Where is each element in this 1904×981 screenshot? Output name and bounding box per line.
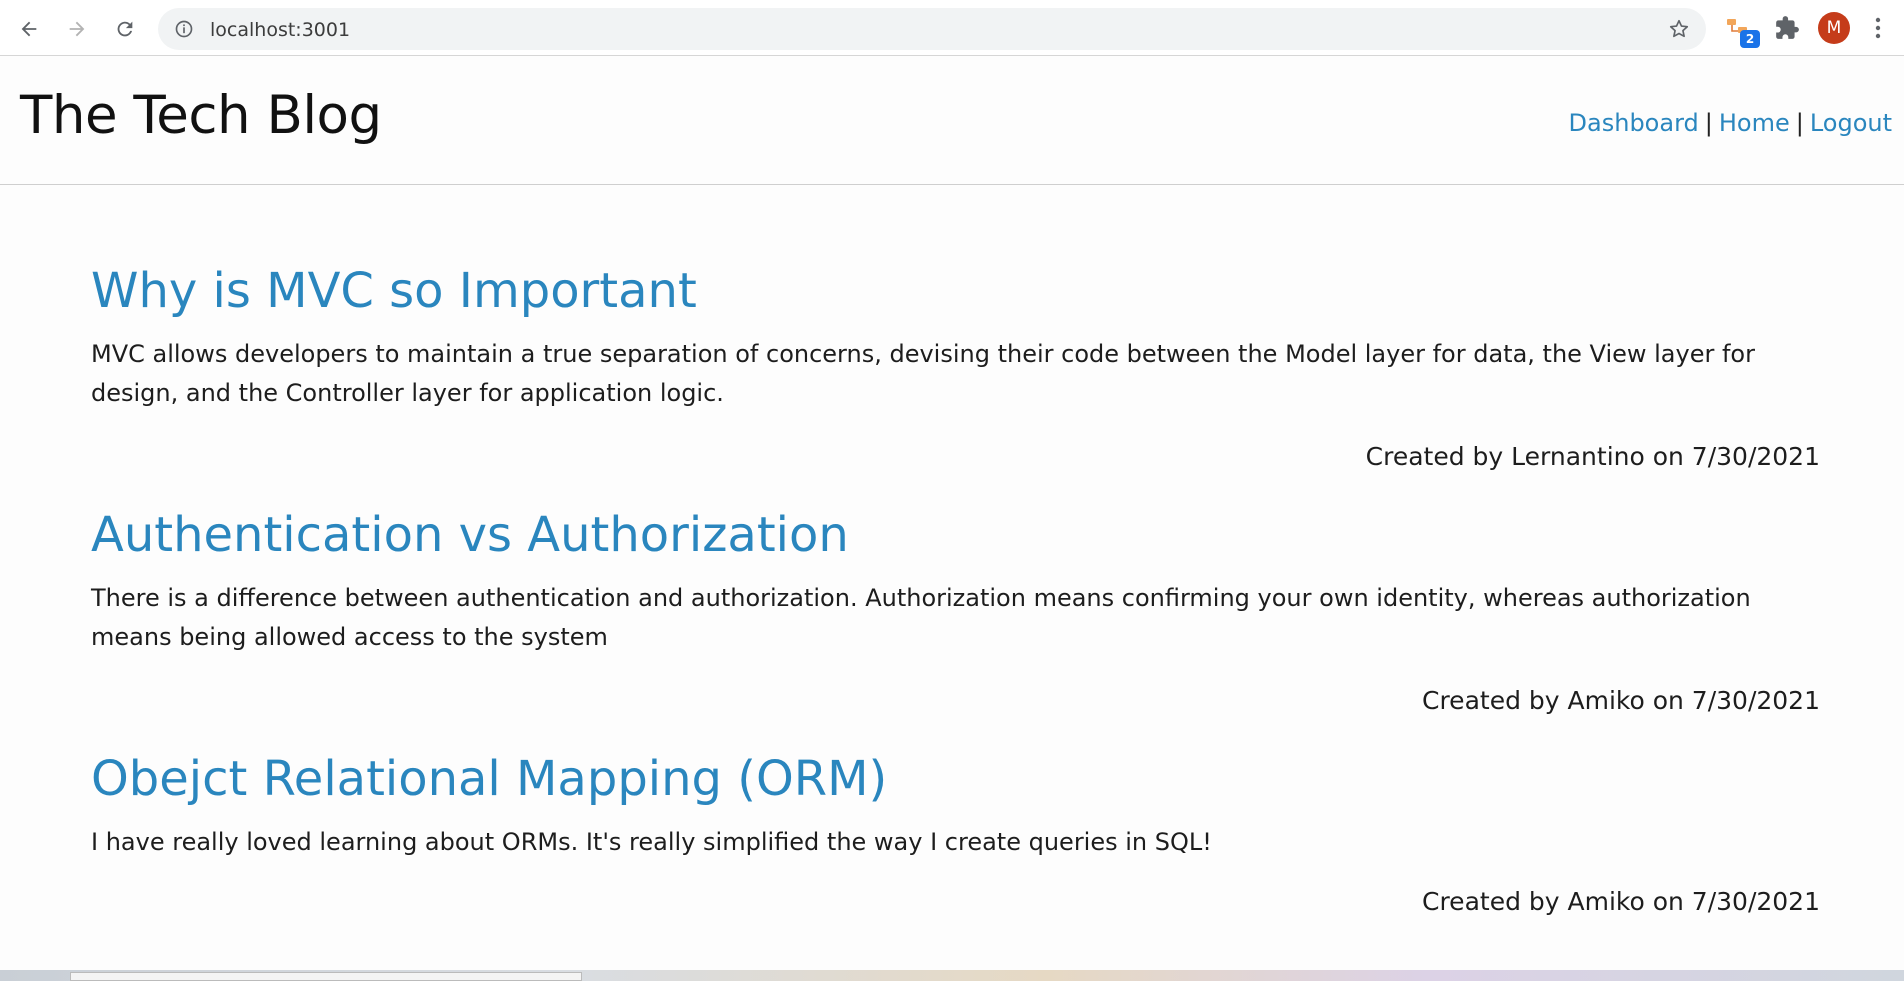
nav-link-home[interactable]: Home (1719, 109, 1790, 137)
post-body: I have really loved learning about ORMs.… (91, 828, 1212, 856)
post-item: Authentication vs Authorization There is… (91, 499, 1821, 721)
arrow-right-icon (69, 21, 85, 37)
post-meta: Created by Lernantino on 7/30/2021 (1365, 442, 1820, 471)
post-title-link[interactable]: Obejct Relational Mapping (ORM) (91, 743, 1821, 815)
address-bar[interactable]: localhost:3001 (158, 8, 1706, 50)
forward-button[interactable] (62, 14, 92, 44)
back-button[interactable] (14, 14, 44, 44)
post-title-link[interactable]: Why is MVC so Important (91, 255, 1821, 327)
post-item: Obejct Relational Mapping (ORM) I have r… (91, 743, 1821, 922)
extension-badge: 2 (1740, 30, 1760, 48)
taskbar-window[interactable] (70, 972, 582, 981)
browser-toolbar: localhost:3001 2 M (0, 0, 1904, 56)
info-icon[interactable] (174, 19, 194, 39)
post-meta: Created by Amiko on 7/30/2021 (1422, 887, 1820, 916)
post-meta: Created by Amiko on 7/30/2021 (1422, 686, 1820, 715)
post-title-link[interactable]: Authentication vs Authorization (91, 499, 1821, 571)
reload-icon (117, 21, 133, 37)
post-list: Why is MVC so Important MVC allows devel… (91, 255, 1821, 922)
menu-dots-icon[interactable] (1872, 14, 1884, 42)
nav-link-dashboard[interactable]: Dashboard (1569, 109, 1699, 137)
profile-avatar[interactable]: M (1818, 12, 1850, 44)
post-body: There is a difference between authentica… (91, 584, 1751, 651)
reload-button[interactable] (110, 14, 140, 44)
site-title: The Tech Blog (20, 85, 382, 146)
arrow-left-icon (21, 21, 37, 37)
bookmark-star-icon[interactable] (1668, 18, 1690, 40)
taskbar (0, 970, 1904, 981)
nav-separator: | (1795, 109, 1804, 137)
post-body: MVC allows developers to maintain a true… (91, 340, 1755, 407)
site-header: The Tech Blog Dashboard | Home | Logout (0, 57, 1904, 185)
post-item: Why is MVC so Important MVC allows devel… (91, 255, 1821, 477)
nav-link-logout[interactable]: Logout (1810, 109, 1892, 137)
url-text[interactable]: localhost:3001 (210, 19, 350, 41)
puzzle-icon[interactable] (1774, 15, 1800, 41)
nav-separator: | (1704, 109, 1713, 137)
site-nav: Dashboard | Home | Logout (1569, 109, 1892, 137)
